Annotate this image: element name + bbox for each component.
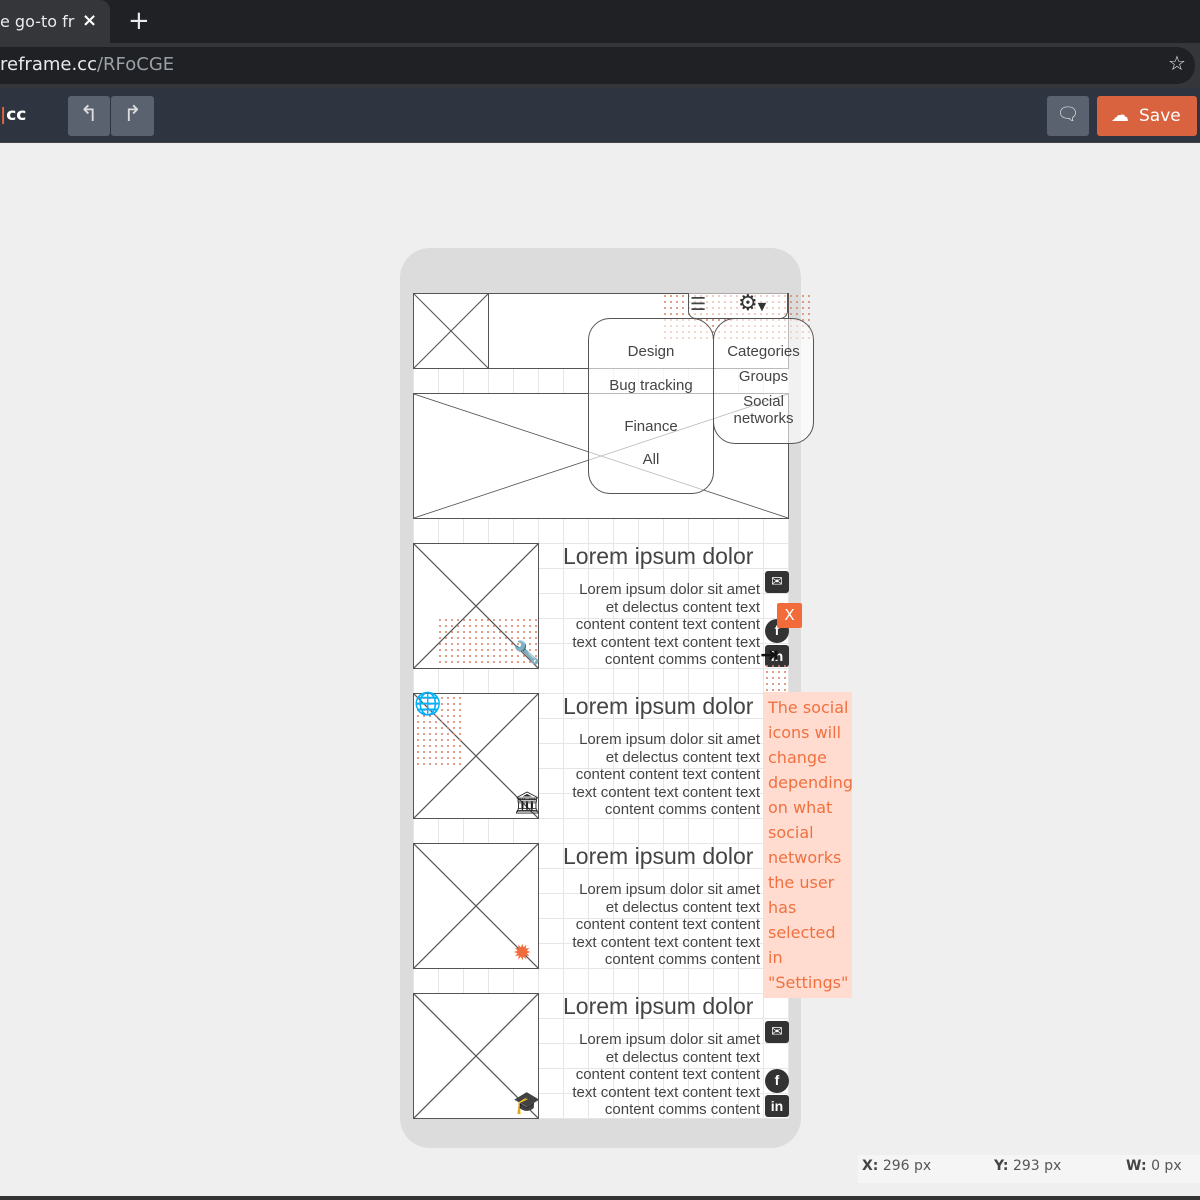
card-text-line: content content text content bbox=[575, 1066, 760, 1083]
card-text-line: text content text content text bbox=[572, 633, 760, 651]
card-text-line: Lorem ipsum dolor sit amet bbox=[579, 881, 760, 898]
logo-placeholder bbox=[413, 293, 489, 369]
new-tab-button[interactable]: + bbox=[128, 6, 150, 36]
filter-icon[interactable]: ☰ bbox=[690, 294, 706, 315]
card-text-line: content comms content bbox=[604, 951, 760, 968]
redo-button[interactable]: ↱ bbox=[111, 96, 154, 136]
cloud-upload-icon: ☁ bbox=[1111, 105, 1129, 126]
app-toolbar: |cc ↰ ↱ 🗨 ☁ Save bbox=[0, 88, 1200, 143]
url-input[interactable]: reframe.cc/RFoCGE bbox=[0, 47, 1195, 84]
comment-button[interactable]: 🗨 bbox=[1047, 96, 1089, 136]
facebook-icon[interactable]: f bbox=[765, 1069, 789, 1093]
settings-dropdown-menu: Categories Groups Social networks bbox=[713, 318, 814, 444]
browser-tab-bar: e go-to fr × + bbox=[0, 0, 1200, 43]
card-text-line: content comms content bbox=[604, 651, 760, 668]
globe-icon: 🌐 bbox=[414, 692, 442, 717]
mail-icon[interactable]: ✉ bbox=[765, 571, 789, 593]
chevron-down-icon: ▼ bbox=[757, 300, 767, 313]
save-label: Save bbox=[1139, 106, 1181, 126]
card[interactable]: 🌐 🏛 Lorem ipsum dolor Lorem ipsum dolor si… bbox=[413, 693, 789, 819]
card-text-line: content content text content bbox=[575, 766, 760, 783]
arrow-to-right-icon: ⇥ bbox=[760, 643, 779, 668]
card-text-line: et delectus content text bbox=[605, 1048, 760, 1066]
menu-item-all[interactable]: All bbox=[589, 451, 713, 468]
linkedin-icon[interactable]: in bbox=[765, 1095, 789, 1117]
coordinates-readout: X: 296 px Y: 293 px W: 0 px bbox=[858, 1155, 1200, 1183]
bookmark-star-icon[interactable]: ☆ bbox=[1168, 51, 1186, 75]
tab-title: e go-to fr bbox=[0, 12, 75, 31]
card-title: Lorem ipsum dolor bbox=[563, 993, 754, 1019]
card-text-line: content content text content bbox=[575, 616, 760, 633]
address-bar: reframe.cc/RFoCGE ☆ bbox=[0, 43, 1200, 88]
card[interactable]: ✹ Lorem ipsum dolor Lorem ipsum dolor sit… bbox=[413, 843, 789, 969]
close-note-button[interactable]: X bbox=[777, 603, 802, 628]
x-value: 296 px bbox=[882, 1158, 932, 1174]
menu-item-finance[interactable]: Finance bbox=[589, 418, 713, 435]
card-text-line: Lorem ipsum dolor sit amet bbox=[579, 1031, 760, 1048]
card-text-line: et delectus content text bbox=[605, 748, 760, 766]
card[interactable]: 🔧 Lorem ipsum dolor Lorem ipsum dolor sit… bbox=[413, 543, 789, 669]
menu-item-bug-tracking[interactable]: Bug tracking bbox=[589, 377, 713, 394]
card-text-line: et delectus content text bbox=[605, 898, 760, 916]
category-dropdown-menu: Design Bug tracking Finance All bbox=[588, 318, 714, 494]
menu-item-categories[interactable]: Categories bbox=[714, 343, 813, 360]
mail-icon[interactable]: ✉ bbox=[765, 1021, 789, 1043]
menu-item-design[interactable]: Design bbox=[589, 343, 713, 360]
card-title: Lorem ipsum dolor bbox=[563, 693, 754, 719]
card-text-line: content comms content bbox=[604, 1101, 760, 1118]
logo: |cc bbox=[0, 105, 27, 125]
card[interactable]: 🎓 Lorem ipsum dolor Lorem ipsum dolor sit… bbox=[413, 993, 789, 1119]
bottom-border bbox=[0, 1196, 1200, 1200]
card-text-line: text content text content text bbox=[572, 783, 760, 801]
url-host: reframe.cc bbox=[0, 54, 97, 75]
url-path: /RFoCGE bbox=[96, 54, 175, 75]
y-value: 293 px bbox=[1012, 1158, 1062, 1174]
annotation-note: The social icons will change depending o… bbox=[763, 692, 853, 998]
undo-button[interactable]: ↰ bbox=[68, 96, 110, 136]
card-text-line: content comms content bbox=[604, 801, 760, 818]
w-value: 0 px bbox=[1151, 1158, 1182, 1174]
card-title: Lorem ipsum dolor bbox=[563, 843, 754, 869]
card-text-line: et delectus content text bbox=[605, 598, 760, 616]
card-title: Lorem ipsum dolor bbox=[563, 543, 754, 569]
close-tab-icon[interactable]: × bbox=[82, 10, 97, 31]
gear-icon[interactable]: ⚙▼ bbox=[738, 291, 766, 316]
card-text-line: Lorem ipsum dolor sit amet bbox=[579, 731, 760, 748]
save-button[interactable]: ☁ Save bbox=[1097, 96, 1197, 136]
menu-item-groups[interactable]: Groups bbox=[714, 368, 813, 385]
card-text-line: text content text content text bbox=[572, 1083, 760, 1101]
menu-item-social-networks[interactable]: Social networks bbox=[714, 393, 813, 427]
card-text-line: content content text content bbox=[575, 916, 760, 933]
card-text-line: text content text content text bbox=[572, 933, 760, 951]
card-text-line: Lorem ipsum dolor sit amet bbox=[579, 581, 760, 598]
